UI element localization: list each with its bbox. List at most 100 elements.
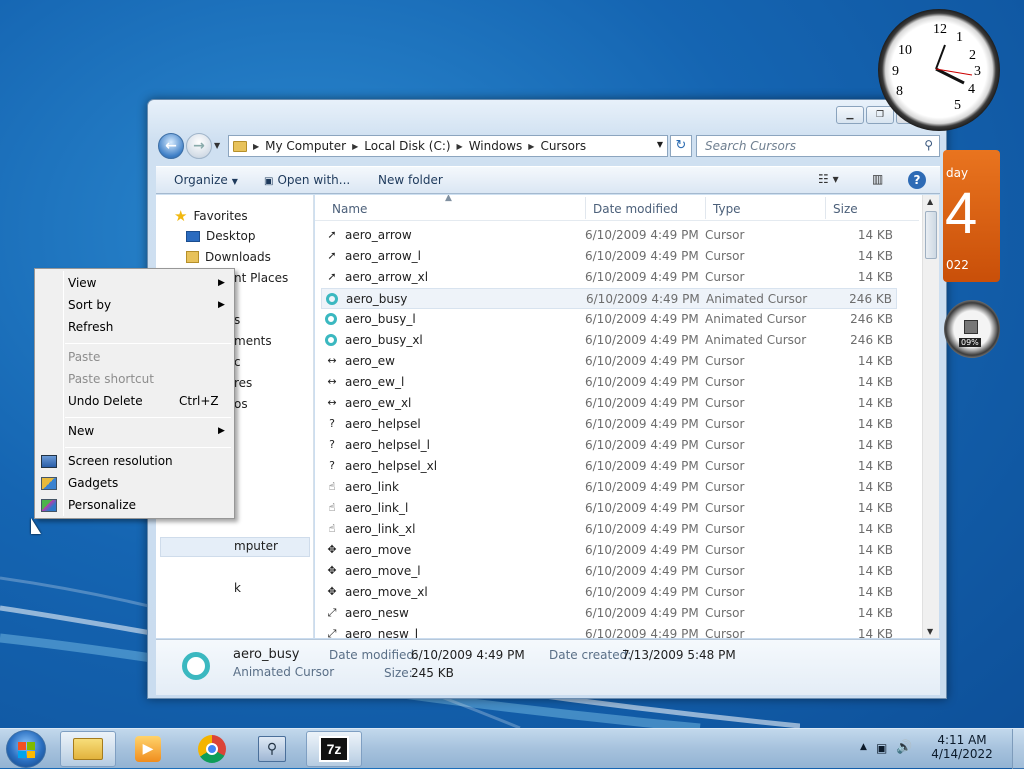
show-hidden-icons-icon[interactable]: ▲ xyxy=(860,742,867,752)
menu-item-screen-resolution[interactable]: Screen resolution xyxy=(68,454,173,468)
nav-item-recent-places[interactable]: nt Places xyxy=(234,271,288,285)
table-row[interactable]: ☝ aero_link_xl 6/10/2009 4:49 PM Cursor 14 K… xyxy=(321,519,897,540)
table-row[interactable]: ↔ aero_ew_l 6/10/2009 4:49 PM Cursor 14 KB xyxy=(321,372,897,393)
menu-item-new[interactable]: New ▶ xyxy=(68,424,225,438)
table-row[interactable]: ? aero_helpsel_xl 6/10/2009 4:49 PM Cursor 1… xyxy=(321,456,897,477)
table-row[interactable]: ? aero_helpsel_l 6/10/2009 4:49 PM Cursor 14… xyxy=(321,435,897,456)
table-row[interactable]: ✥ aero_move 6/10/2009 4:49 PM Cursor 14 KB xyxy=(321,540,897,561)
file-date: 6/10/2009 4:49 PM xyxy=(585,543,699,557)
arrow-cursor-icon: ➚ xyxy=(327,228,337,241)
refresh-button[interactable]: ↻ xyxy=(670,135,692,157)
taskbar-7zip[interactable]: 7z xyxy=(306,731,362,767)
taskbar-explorer[interactable] xyxy=(60,731,116,767)
column-divider[interactable] xyxy=(705,197,706,219)
breadcrumb-cursors[interactable]: Cursors xyxy=(540,139,586,153)
clock-gadget[interactable]: 12 1 2 3 4 5 10 9 8 xyxy=(878,9,1000,131)
table-row[interactable]: ? aero_helpsel 6/10/2009 4:49 PM Cursor 14 K… xyxy=(321,414,897,435)
organize-button[interactable]: Organize ▼ xyxy=(174,173,238,187)
taskbar-media-player[interactable]: ▶ xyxy=(120,731,176,767)
scroll-up-icon[interactable]: ▲ xyxy=(927,197,933,206)
breadcrumb-separator-icon[interactable]: ▶ xyxy=(253,142,259,151)
tray-clock[interactable]: 4:11 AM 4/14/2022 xyxy=(922,733,1002,761)
table-row[interactable]: ➚ aero_arrow 6/10/2009 4:49 PM Cursor 14 KB xyxy=(321,225,897,246)
file-type: Animated Cursor xyxy=(705,312,807,326)
nav-item-pictures[interactable]: res xyxy=(234,376,252,390)
breadcrumb-local-disk[interactable]: Local Disk (C:) xyxy=(364,139,450,153)
nav-item-videos[interactable]: os xyxy=(234,397,248,411)
table-row[interactable]: ✥ aero_move_xl 6/10/2009 4:49 PM Cursor 14 K… xyxy=(321,582,897,603)
search-input[interactable]: Search Cursors ⚲ xyxy=(696,135,940,157)
file-type: Animated Cursor xyxy=(706,292,808,306)
table-row[interactable]: ⤢ aero_nesw_l 6/10/2009 4:49 PM Cursor 14 KB xyxy=(321,624,897,638)
menu-item-personalize[interactable]: Personalize xyxy=(68,498,136,512)
table-row[interactable]: aero_busy_xl 6/10/2009 4:49 PM Animated Cu… xyxy=(321,330,897,351)
breadcrumb-separator-icon[interactable]: ▶ xyxy=(528,142,534,151)
menu-item-refresh[interactable]: Refresh xyxy=(68,320,113,334)
forward-button[interactable]: → xyxy=(186,133,212,159)
breadcrumb-windows[interactable]: Windows xyxy=(469,139,523,153)
help-icon[interactable]: ? xyxy=(908,171,926,189)
column-size[interactable]: Size xyxy=(833,202,858,216)
table-row[interactable]: ➚ aero_arrow_xl 6/10/2009 4:49 PM Cursor 14 … xyxy=(321,267,897,288)
table-row[interactable]: ☝ aero_link 6/10/2009 4:49 PM Cursor 14 KB xyxy=(321,477,897,498)
breadcrumb-my-computer[interactable]: My Computer xyxy=(265,139,346,153)
preview-pane-icon[interactable]: ▥ xyxy=(872,172,883,186)
show-desktop-button[interactable] xyxy=(1012,729,1024,769)
meter-percent: 09% xyxy=(959,338,981,347)
taskbar-chrome[interactable] xyxy=(184,731,240,767)
column-date-modified[interactable]: Date modified xyxy=(593,202,678,216)
file-size: 246 KB xyxy=(850,333,893,347)
back-button[interactable]: ← xyxy=(158,133,184,159)
table-row[interactable]: ↔ aero_ew_xl 6/10/2009 4:49 PM Cursor 14 KB xyxy=(321,393,897,414)
busy-ring-icon xyxy=(325,334,337,346)
nav-item-network[interactable]: k xyxy=(234,581,241,595)
column-divider[interactable] xyxy=(825,197,826,219)
file-type: Cursor xyxy=(705,438,745,452)
table-row[interactable]: ✥ aero_move_l 6/10/2009 4:49 PM Cursor 14 KB xyxy=(321,561,897,582)
vertical-scrollbar[interactable]: ▲ ▼ xyxy=(922,195,939,638)
taskbar-magnifier[interactable]: ⚲ xyxy=(244,731,300,767)
7zip-icon: 7z xyxy=(319,736,349,762)
column-type[interactable]: Type xyxy=(713,202,741,216)
menu-item-sort-by[interactable]: Sort by ▶ xyxy=(68,298,225,312)
network-icon[interactable]: ▣ xyxy=(876,741,887,755)
menu-item-view[interactable]: View ▶ xyxy=(68,276,225,290)
table-row[interactable]: ☝ aero_link_l 6/10/2009 4:49 PM Cursor 14 KB xyxy=(321,498,897,519)
open-with-button[interactable]: ▣ Open with... xyxy=(264,173,350,187)
table-row[interactable]: aero_busy_l 6/10/2009 4:49 PM Animated Cur… xyxy=(321,309,897,330)
recent-pages-dropdown[interactable]: ▼ xyxy=(214,141,220,150)
column-name[interactable]: Name xyxy=(332,202,367,216)
table-row[interactable]: aero_busy 6/10/2009 4:49 PM Animated Curso… xyxy=(321,288,897,309)
file-type: Cursor xyxy=(705,480,745,494)
clock-number: 12 xyxy=(933,22,947,37)
new-folder-button[interactable]: New folder xyxy=(378,173,443,187)
nav-item-downloads[interactable]: Downloads xyxy=(186,250,271,264)
busy-ring-icon xyxy=(326,293,338,305)
calendar-gadget[interactable]: day 4 022 xyxy=(943,150,1000,282)
table-row[interactable]: ➚ aero_arrow_l 6/10/2009 4:49 PM Cursor 14 K… xyxy=(321,246,897,267)
volume-icon[interactable]: 🔊 xyxy=(896,740,912,755)
nav-item-computer[interactable]: mputer xyxy=(234,539,278,553)
cpu-meter-gadget[interactable]: 09% xyxy=(944,300,1000,358)
scroll-thumb[interactable] xyxy=(925,211,937,259)
change-view-icon[interactable]: ☷ ▾ xyxy=(818,172,839,186)
column-divider[interactable] xyxy=(585,197,586,219)
nav-item-desktop[interactable]: Desktop xyxy=(186,229,256,243)
menu-item-gadgets[interactable]: Gadgets xyxy=(68,476,118,490)
minimize-button[interactable]: ▁ xyxy=(836,106,864,124)
downloads-folder-icon xyxy=(186,251,199,263)
breadcrumb-separator-icon[interactable]: ▶ xyxy=(457,142,463,151)
calendar-weekday: day xyxy=(946,166,969,180)
menu-item-undo-delete[interactable]: Undo Delete Ctrl+Z xyxy=(68,394,219,408)
scroll-down-icon[interactable]: ▼ xyxy=(927,627,933,636)
breadcrumb-separator-icon[interactable]: ▶ xyxy=(352,142,358,151)
nav-item-documents[interactable]: ments xyxy=(234,334,272,348)
search-icon[interactable]: ⚲ xyxy=(924,138,933,152)
start-button[interactable] xyxy=(6,730,46,768)
table-row[interactable]: ↔ aero_ew 6/10/2009 4:49 PM Cursor 14 KB xyxy=(321,351,897,372)
nav-item-favorites[interactable]: ★ Favorites xyxy=(174,207,248,225)
table-row[interactable]: ⤢ aero_nesw 6/10/2009 4:49 PM Cursor 14 KB xyxy=(321,603,897,624)
address-dropdown-icon[interactable]: ▼ xyxy=(657,140,663,149)
address-bar[interactable]: ▶ My Computer ▶ Local Disk (C:) ▶ Window… xyxy=(228,135,668,157)
file-size: 14 KB xyxy=(857,249,893,263)
